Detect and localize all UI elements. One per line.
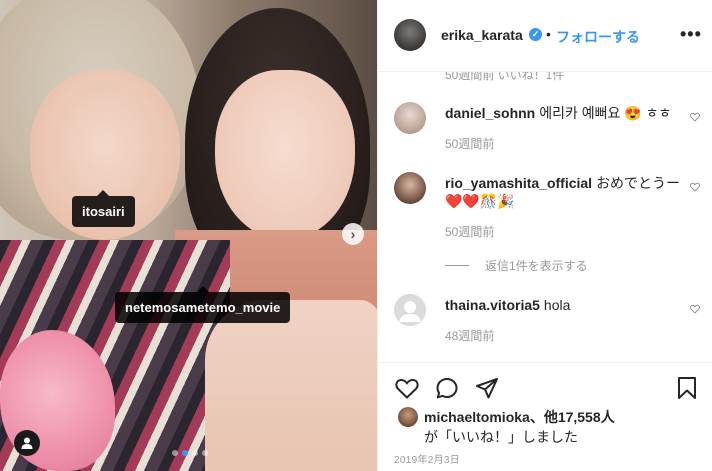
post-actions-bar (378, 362, 712, 411)
comment-time[interactable]: 48週間前 (445, 327, 494, 344)
comment-text: rio_yamashita_official おめでとうー❤️❤️🎊🎉 (445, 174, 685, 210)
carousel-dot-active (182, 450, 188, 456)
verified-badge-icon: ✓ (529, 28, 542, 41)
post-side-panel: erika_karata ✓ • フォローする ••• 50週間前 いいね！1件… (377, 0, 712, 471)
save-button[interactable] (674, 375, 700, 401)
avatar[interactable] (394, 172, 426, 204)
heart-icon[interactable] (690, 112, 700, 122)
view-replies-button[interactable]: 返信1件を表示する (445, 257, 588, 274)
avatar[interactable] (394, 19, 426, 51)
header-separator: • (546, 26, 551, 42)
comment-button[interactable] (434, 375, 460, 401)
likes-count-link[interactable]: michaeltomioka、他17,558人 (424, 407, 615, 427)
carousel-dot (172, 450, 178, 456)
comment-text: thaina.vitoria5 hola (445, 296, 685, 314)
comment-username[interactable]: daniel_sohnn (445, 105, 535, 121)
carousel-dot (192, 450, 198, 456)
follow-button[interactable]: フォローする (556, 27, 640, 47)
avatar[interactable] (394, 102, 426, 134)
replies-divider (445, 265, 469, 266)
avatar[interactable] (394, 294, 426, 326)
comment-text: daniel_sohnn 에리카 예뻐요 😍 ㅎㅎ (445, 104, 685, 122)
user-tag-itosairi[interactable]: itosairi (72, 190, 135, 227)
comment-time[interactable]: 50週間前 (445, 135, 494, 152)
photo-person-right-face (215, 70, 355, 240)
person-icon (21, 437, 33, 449)
comment-time[interactable]: 50週間前 (445, 223, 494, 240)
user-tag-netemosametemo[interactable]: netemosametemo_movie (115, 286, 291, 323)
post-date[interactable]: 2019年2月3日 (394, 451, 460, 466)
comment-username[interactable]: rio_yamashita_official (445, 175, 592, 191)
header-username[interactable]: erika_karata (441, 27, 523, 43)
post-photo[interactable]: itosairi netemosametemo_movie › (0, 0, 377, 471)
comments-list[interactable]: 50週間前 いいね！1件 daniel_sohnn 에리카 예뻐요 😍 ㅎㅎ 50… (378, 72, 712, 362)
avatar[interactable] (398, 407, 418, 427)
post-header: erika_karata ✓ • フォローする ••• (378, 0, 712, 72)
share-button[interactable] (474, 375, 500, 401)
carousel-indicator (172, 450, 208, 456)
tagged-users-button[interactable] (14, 430, 40, 456)
default-avatar-icon (394, 294, 426, 326)
send-icon (476, 378, 498, 399)
bookmark-icon (678, 377, 696, 399)
carousel-next-button[interactable]: › (342, 223, 364, 245)
chevron-right-icon: › (350, 226, 356, 242)
photo-arm (205, 300, 377, 471)
comment-body: hola (543, 297, 571, 313)
carousel-dot (202, 450, 208, 456)
view-replies-label: 返信1件を表示する (485, 259, 588, 273)
comment-body: 에리카 예뻐요 😍 ㅎㅎ (539, 105, 672, 121)
comment-username[interactable]: thaina.vitoria5 (445, 297, 540, 313)
likes-suffix: が「いいね！」しました (424, 429, 578, 445)
comment-bubble-icon (436, 378, 458, 399)
heart-icon[interactable] (690, 304, 700, 314)
more-options-icon[interactable]: ••• (680, 24, 702, 45)
comment-meta-cut: 50週間前 いいね！1件 (445, 72, 565, 82)
like-button[interactable] (394, 375, 420, 401)
heart-icon[interactable] (690, 182, 700, 192)
heart-icon (395, 378, 419, 399)
